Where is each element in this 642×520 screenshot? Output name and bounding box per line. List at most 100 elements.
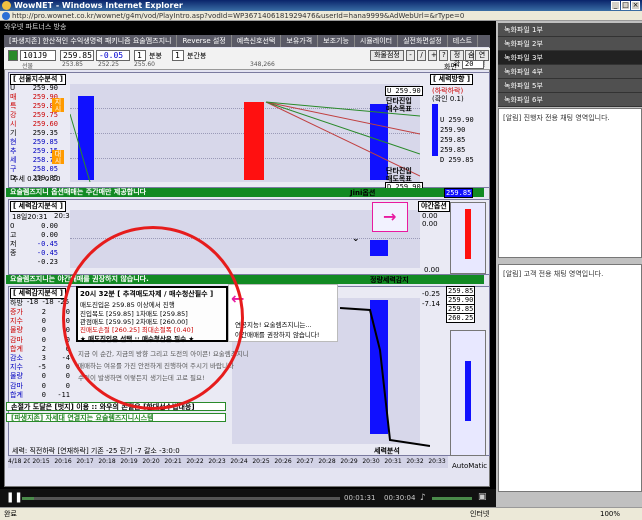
menu-button[interactable]: - [406, 50, 415, 61]
mid-row-key: 고 [10, 231, 17, 239]
analysis-row: 감소 3 -4 [10, 354, 72, 363]
recording-tab[interactable]: 녹화파일 2부 [498, 37, 642, 51]
volume-slider[interactable] [432, 497, 472, 500]
analysis-val-a: 2 [41, 308, 46, 316]
window-title: WowNET - Windows Internet Explorer [14, 1, 183, 10]
price-row: 시 259.60 [10, 120, 74, 129]
arrow-right-icon: → [383, 207, 397, 226]
app-tab[interactable]: 예측신호선택 [232, 35, 282, 47]
price-row-key: 매 [10, 93, 17, 101]
tag: 대시 [52, 150, 64, 164]
time-tick: 20:17 [76, 458, 94, 465]
analysis-row: 합계 2 0 [10, 345, 72, 354]
price-row-value: 258.05 [32, 165, 58, 173]
time-tick: 20:18 [98, 458, 116, 465]
analysis-key: 합계 [10, 344, 23, 353]
analysis-row: 물량 0 0 [10, 372, 72, 381]
mid-row-value: -0.23 [36, 258, 58, 266]
recording-tab[interactable]: 녹화파일 6부 [498, 93, 642, 107]
app-tab[interactable]: 테스트 [448, 35, 479, 47]
analysis-key: 감마 [10, 335, 23, 344]
tag: 지시 [52, 98, 64, 112]
screen-field[interactable]: 20 [462, 60, 484, 69]
volume-icon[interactable]: ♪ [420, 493, 426, 503]
annotation-ellipse [62, 226, 244, 410]
interval-unit: 분봉 [149, 52, 162, 60]
mid-sell-bar [370, 240, 388, 256]
recording-tab[interactable]: 녹화파일 1부 [498, 23, 642, 37]
time-tick: 20:32 [406, 458, 424, 465]
night-option-title: 야간옵션 [418, 201, 450, 212]
time-tick: 20:27 [296, 458, 314, 465]
time-tick: 20:28 [318, 458, 336, 465]
time-tick: 20:23 [208, 458, 226, 465]
direction-row: 259.90 [440, 126, 466, 134]
price-row: 세 258.75 [10, 156, 74, 165]
app-tab[interactable]: [파생지존] 한산적인 수익생명력 패키니즘 요술멤즈지니 [4, 35, 178, 47]
bottom-status-row: 세력: 직전하락 [연재하락] 기존 -25 진기 -7 갈소 -3:0:0 [12, 447, 180, 455]
chart-toolbar: 101J9 259.85 -0.05 1 분봉 1 분간봉 선물 253.85 … [4, 48, 490, 71]
price-row: 구 258.05 [10, 165, 74, 174]
price-row: 기 259.35 [10, 129, 74, 138]
count-field[interactable]: 1 [172, 50, 184, 61]
minimize-button[interactable]: _ [611, 1, 620, 10]
interval-field[interactable]: 1 [134, 50, 146, 61]
analysis-val-a: 0 [41, 335, 46, 344]
time-label: 18일20:31 [12, 213, 48, 221]
bottom-footer2: [파생지존] 자세대 연결지는 요술렘즈지니시스템 [6, 413, 226, 422]
analysis-key: 감소 [10, 354, 23, 362]
price-row-key: 시 [10, 120, 17, 128]
analysis-val-b: 0 [65, 372, 70, 381]
green-indicator-icon[interactable] [8, 50, 18, 61]
price-row: 특 259.85 [10, 102, 74, 111]
mid-panel-title: [ 세력감지분석 ] [10, 201, 66, 212]
time-tick: 20:20 [142, 458, 160, 465]
seek-bar[interactable] [22, 497, 340, 500]
notice-line: 연공지능! 요술렘즈지니는... [235, 321, 312, 329]
menu-button[interactable]: 화물점정 [370, 50, 404, 61]
top-bottom-price: 259.85 [444, 188, 474, 198]
price-row-value: 259.90 [32, 84, 58, 92]
recording-tab[interactable]: 녹화파일 5부 [498, 79, 642, 93]
app-tab[interactable]: 보조기능 [318, 35, 355, 47]
time-tick: 20:19 [120, 458, 138, 465]
app-tab[interactable]: 시뮬레이터 [355, 35, 399, 47]
fullscreen-icon[interactable]: ▣ [478, 492, 487, 502]
recording-tab[interactable]: 녹화파일 4부 [498, 65, 642, 79]
close-button[interactable]: × [631, 1, 640, 10]
address-bar[interactable]: http://pro.wownet.co.kr/wownet/g4m/vod/P… [0, 11, 642, 21]
bottom-value: -0.25 [422, 290, 441, 298]
time-tick: 20:33 [428, 458, 446, 465]
price-field: 259.85 [60, 50, 94, 61]
status-zoom[interactable]: 100% [600, 508, 620, 520]
maximize-button[interactable]: □ [621, 1, 630, 10]
customer-chat-panel: [알림] 고객 전용 채팅 영역입니다. [498, 264, 642, 492]
status-left: 완료 [4, 510, 17, 518]
seek-progress [22, 497, 34, 500]
arrow-box: → [372, 202, 408, 232]
analysis-val-a: 0 [41, 381, 46, 390]
time-tick: 20:30 [362, 458, 380, 465]
price-row-value: 259.75 [32, 111, 58, 119]
mid-row: 고 0.00 [10, 231, 74, 240]
time-tick: 20:15 [32, 458, 50, 465]
ie-app-icon [2, 1, 11, 10]
mid-row-value: 0.00 [41, 222, 58, 230]
sub-label: 선물 [22, 63, 34, 70]
recording-tab[interactable]: 녹화파일 3부 [498, 51, 642, 65]
menu-button[interactable]: / [417, 50, 426, 61]
menu-button[interactable]: + [428, 50, 437, 61]
top-footer-msg: 요술렘즈지니 옵션매매는 주간매만 제공합니다 [6, 188, 484, 197]
bottom-status-right: 세력분석 [374, 447, 400, 455]
status-zone: 인터넷 [470, 510, 490, 518]
analysis-val-a: 3 [41, 354, 46, 362]
code-field[interactable]: 101J9 [20, 50, 56, 61]
app-tab[interactable]: Reverse 설정 [177, 35, 232, 47]
app-tab[interactable]: 실전화면설정 [398, 35, 448, 47]
analysis-key: 물량 [10, 326, 23, 335]
analysis-val-a: 0 [41, 317, 46, 326]
pause-icon[interactable]: ❚❚ [6, 492, 23, 503]
app-tab[interactable]: 보유가격 [281, 35, 319, 47]
mid-footer-right: 정량세력감지 [370, 276, 409, 284]
menu-button[interactable]: ? [439, 50, 448, 61]
